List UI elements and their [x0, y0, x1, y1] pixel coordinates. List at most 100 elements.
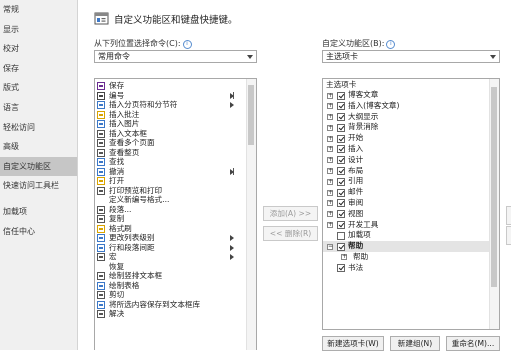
tab-checkbox[interactable]: [337, 156, 345, 165]
ribbon-tab-item[interactable]: + 设计: [323, 155, 489, 166]
ribbon-tab-item[interactable]: + 开始: [323, 133, 489, 144]
ribbon-tab-item[interactable]: + 大纲显示: [323, 112, 489, 123]
ribbon-tab-item[interactable]: + 帮助: [323, 252, 489, 263]
command-item[interactable]: 将所选内容保存到文本框库: [95, 300, 246, 310]
remove-button[interactable]: << 删除(R): [263, 226, 318, 241]
command-item[interactable]: 复制: [95, 214, 246, 224]
ribbon-tab-item[interactable]: 书法: [323, 263, 489, 274]
command-item[interactable]: 绘制表格: [95, 281, 246, 291]
ribbon-tab-item[interactable]: − 帮助: [323, 241, 489, 252]
command-item[interactable]: 绘制竖排文本框: [95, 271, 246, 281]
expand-icon[interactable]: +: [327, 157, 333, 164]
tab-checkbox[interactable]: [337, 210, 345, 219]
command-item[interactable]: 编号: [95, 91, 246, 101]
command-item[interactable]: 保存: [95, 81, 246, 91]
tab-checkbox[interactable]: [337, 91, 345, 100]
tab-checkbox[interactable]: [337, 167, 345, 176]
command-item[interactable]: 插入图片: [95, 119, 246, 129]
tab-checkbox[interactable]: [337, 221, 345, 230]
ribbon-tab-item[interactable]: + 邮件: [323, 187, 489, 198]
ribbon-tab-item[interactable]: 加载项: [323, 230, 489, 241]
command-item[interactable]: 查看多个页面: [95, 138, 246, 148]
expand-icon[interactable]: +: [327, 103, 333, 110]
nav-item[interactable]: 常规: [0, 0, 77, 20]
move-up-button[interactable]: [506, 206, 511, 225]
ribbon-tab-item[interactable]: + 插入(博客文章): [323, 101, 489, 112]
commands-list[interactable]: 保存 编号 插入分页符和分节符 插入批注 插入图片 插入文本框 查看多个页面 查看整页 查找 撤消…: [94, 78, 257, 350]
command-item[interactable]: 查看整页: [95, 148, 246, 158]
tree-scrollbar[interactable]: [489, 79, 499, 329]
nav-item[interactable]: 语言: [0, 98, 77, 118]
expand-icon[interactable]: +: [327, 189, 333, 196]
command-item[interactable]: 插入文本框: [95, 129, 246, 139]
command-item[interactable]: 打开: [95, 176, 246, 186]
expand-icon[interactable]: +: [341, 254, 347, 261]
ribbon-tab-item[interactable]: + 视图: [323, 209, 489, 220]
command-item[interactable]: 定义新编号格式...: [95, 195, 246, 205]
tab-checkbox[interactable]: [337, 102, 345, 111]
ribbon-tab-item[interactable]: + 引用: [323, 176, 489, 187]
tab-checkbox[interactable]: [337, 134, 345, 143]
ribbon-tab-item[interactable]: + 博客文章: [323, 90, 489, 101]
tab-checkbox[interactable]: [337, 231, 345, 240]
choose-commands-dropdown[interactable]: 常用命令: [94, 50, 257, 63]
ribbon-tab-item[interactable]: + 布局: [323, 166, 489, 177]
ribbon-tab-item[interactable]: + 开发工具: [323, 220, 489, 231]
expand-icon[interactable]: +: [327, 92, 333, 99]
nav-item[interactable]: 高级: [0, 137, 77, 157]
command-item[interactable]: 更改列表级别: [95, 233, 246, 243]
scroll-thumb[interactable]: [248, 85, 254, 145]
expand-icon[interactable]: +: [327, 124, 333, 131]
expand-icon[interactable]: +: [327, 200, 333, 207]
command-item[interactable]: 剪切: [95, 290, 246, 300]
command-item[interactable]: 宏: [95, 252, 246, 262]
expand-icon[interactable]: +: [327, 114, 333, 121]
commands-scrollbar[interactable]: [246, 79, 256, 350]
collapse-icon[interactable]: −: [327, 243, 333, 250]
nav-item[interactable]: 版式: [0, 78, 77, 98]
nav-item[interactable]: 加载项: [0, 202, 77, 222]
command-item[interactable]: 解决: [95, 309, 246, 319]
nav-item[interactable]: 信任中心: [0, 222, 77, 242]
command-item[interactable]: 插入批注: [95, 110, 246, 120]
ribbon-tree[interactable]: 主选项卡 + 博客文章 + 插入(博客文章) + 大纲显示 + 背景消除 + 开始 + 插入 + 设计 + 布…: [322, 78, 500, 330]
command-item[interactable]: 行和段落间距: [95, 243, 246, 253]
tab-checkbox[interactable]: [337, 242, 345, 251]
tab-checkbox[interactable]: [337, 145, 345, 154]
nav-item[interactable]: 快速访问工具栏: [0, 176, 77, 196]
expand-icon[interactable]: +: [327, 146, 333, 153]
nav-item[interactable]: 显示: [0, 20, 77, 40]
scroll-thumb[interactable]: [491, 87, 497, 287]
tab-checkbox[interactable]: [337, 199, 345, 208]
ribbon-tab-item[interactable]: + 背景消除: [323, 122, 489, 133]
tab-checkbox[interactable]: [337, 264, 345, 273]
expand-icon[interactable]: +: [327, 135, 333, 142]
expand-icon[interactable]: +: [327, 178, 333, 185]
command-item[interactable]: 查找: [95, 157, 246, 167]
expand-icon[interactable]: +: [327, 211, 333, 218]
rename-button[interactable]: 重命名(M)...: [446, 336, 500, 351]
move-down-button[interactable]: [506, 226, 511, 245]
new-group-button[interactable]: 新建组(N): [390, 336, 440, 351]
ribbon-tabs-dropdown[interactable]: 主选项卡: [322, 50, 500, 63]
command-item[interactable]: 插入分页符和分节符: [95, 100, 246, 110]
command-item[interactable]: 打印预览和打印: [95, 186, 246, 196]
ribbon-tab-item[interactable]: + 插入: [323, 144, 489, 155]
tab-checkbox[interactable]: [337, 177, 345, 186]
tab-checkbox[interactable]: [337, 123, 345, 132]
nav-item[interactable]: 轻松访问: [0, 118, 77, 138]
add-button[interactable]: 添加(A) >>: [263, 206, 318, 221]
ribbon-tab-item[interactable]: + 审阅: [323, 198, 489, 209]
nav-item[interactable]: 校对: [0, 39, 77, 59]
tab-checkbox[interactable]: [337, 113, 345, 122]
nav-item[interactable]: 保存: [0, 59, 77, 79]
command-item[interactable]: 撤消: [95, 167, 246, 177]
command-item[interactable]: 格式刷: [95, 224, 246, 234]
command-item[interactable]: 恢复: [95, 262, 246, 272]
new-tab-button[interactable]: 新建选项卡(W): [322, 336, 384, 351]
expand-icon[interactable]: +: [327, 168, 333, 175]
expand-icon[interactable]: +: [327, 222, 333, 229]
tab-checkbox[interactable]: [337, 188, 345, 197]
command-item[interactable]: 段落...: [95, 205, 246, 215]
nav-item[interactable]: 自定义功能区: [0, 156, 77, 177]
